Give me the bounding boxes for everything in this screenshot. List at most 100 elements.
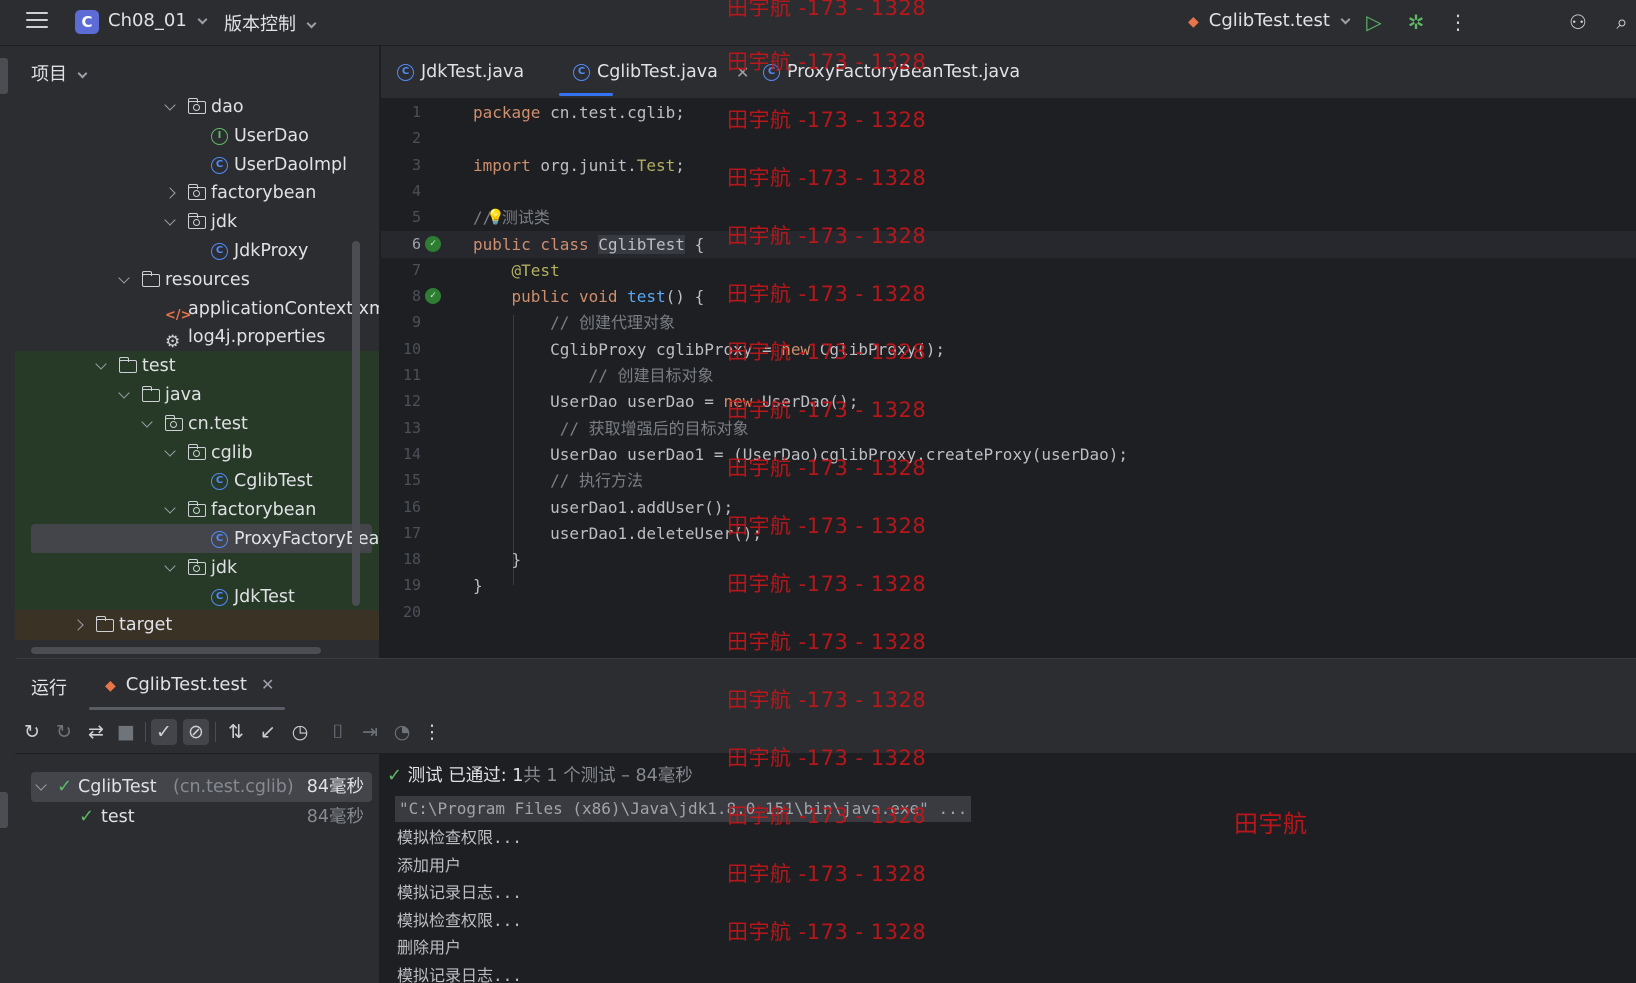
code-text: import org.junit.Test; bbox=[473, 155, 685, 175]
run-icon[interactable]: ▷ bbox=[1362, 10, 1386, 34]
code-line[interactable]: 11 // 创建目标对象 bbox=[381, 362, 1636, 389]
tree-item[interactable]: factorybean bbox=[15, 495, 379, 526]
tree-item[interactable]: cn.test bbox=[15, 408, 379, 439]
code-line[interactable]: 6 ✓ public class CglibTest { bbox=[381, 230, 1636, 258]
project-view-selector[interactable]: 项目 bbox=[31, 60, 88, 86]
chevron-down-icon[interactable] bbox=[141, 416, 153, 428]
code-line[interactable]: 14 UserDao userDao1 = (UserDao)cglibProx… bbox=[381, 441, 1636, 468]
sort-icon[interactable]: ⇅ bbox=[223, 719, 249, 745]
show-ignored-icon[interactable]: ⊘ bbox=[183, 719, 209, 745]
code-line[interactable]: 20 bbox=[381, 599, 1636, 626]
tree-item[interactable]: C UserDaoImpl bbox=[15, 150, 379, 180]
more-options-icon[interactable]: ⋮ bbox=[419, 719, 445, 745]
project-tool-button[interactable] bbox=[0, 58, 8, 94]
code-line[interactable]: 3 import org.junit.Test; bbox=[381, 152, 1636, 179]
project-switcher[interactable]: Ch08_01 bbox=[108, 10, 207, 31]
code-line[interactable]: 4 bbox=[381, 178, 1636, 205]
tree-item[interactable]: C JdkTest bbox=[15, 581, 379, 612]
code-line[interactable]: 18 } bbox=[381, 546, 1636, 573]
run-tool-button[interactable] bbox=[0, 792, 8, 828]
tree-item[interactable]: C JdkProxy bbox=[15, 236, 379, 266]
tree-item[interactable]: CProxyFactoryBeanTest bbox=[15, 524, 379, 554]
chevron-right-icon[interactable] bbox=[164, 187, 176, 200]
code-line[interactable]: 7 @Test bbox=[381, 257, 1636, 284]
code-line[interactable]: 12 UserDao userDao = new UserDao(); bbox=[381, 388, 1636, 415]
code-line[interactable]: 10 CglibProxy cglibProxy = new CglibProx… bbox=[381, 336, 1636, 363]
chevron-down-icon[interactable] bbox=[164, 214, 176, 226]
tree-item[interactable]: test bbox=[15, 351, 379, 382]
line-number: 9 bbox=[411, 313, 421, 332]
collapse-icon[interactable]: ↙ bbox=[255, 719, 281, 745]
tree-item[interactable]: resources bbox=[15, 265, 379, 295]
stop-icon[interactable]: ■ bbox=[113, 719, 139, 745]
history-icon[interactable]: ◷ bbox=[287, 719, 313, 745]
code-line[interactable]: 19} bbox=[381, 572, 1636, 599]
run-tab-label: CglibTest.test bbox=[125, 674, 247, 695]
run-panel-title: 运行 bbox=[31, 678, 67, 699]
console-output[interactable]: ✓ 测试 已通过: 1共 1 个测试 – 84毫秒 "C:\Program Fi… bbox=[381, 754, 1636, 983]
run-tab-cglibtest[interactable]: ◆ CglibTest.test ✕ bbox=[105, 674, 274, 695]
package-folder-icon bbox=[164, 414, 183, 431]
project-scrollbar[interactable] bbox=[352, 241, 360, 606]
tree-item[interactable]: I UserDao bbox=[15, 121, 379, 151]
chevron-down-icon[interactable] bbox=[95, 358, 107, 370]
code-line[interactable]: 13 // 获取增强后的目标对象 bbox=[381, 415, 1636, 442]
project-badge[interactable]: C bbox=[75, 10, 99, 34]
tree-item[interactable]: cglib bbox=[15, 437, 379, 468]
code-editor[interactable]: 1 package cn.test.cglib; 2 3 import org.juni… bbox=[381, 99, 1636, 658]
line-number: 6 bbox=[411, 234, 421, 253]
code-line[interactable]: 2 bbox=[381, 125, 1636, 152]
code-line[interactable]: 15 // 执行方法 bbox=[381, 467, 1636, 494]
class-icon: C bbox=[397, 64, 414, 81]
vcs-menu[interactable]: 版本控制 bbox=[224, 10, 317, 36]
code-line[interactable]: 5 💡// 测试类 bbox=[381, 204, 1636, 231]
tree-item[interactable]: factorybean bbox=[15, 178, 379, 208]
code-text: } bbox=[473, 550, 522, 570]
tree-item-label: dao bbox=[211, 97, 244, 117]
import-tests-icon[interactable]: ⇥ bbox=[357, 719, 383, 745]
rerun-icon[interactable]: ↻ bbox=[19, 719, 45, 745]
chevron-right-icon[interactable] bbox=[72, 619, 84, 632]
run-test-gutter-icon[interactable]: ✓ bbox=[425, 235, 441, 252]
chevron-down-icon[interactable] bbox=[164, 502, 176, 514]
debug-icon[interactable]: ✲ bbox=[1404, 10, 1428, 34]
coverage-icon[interactable]: ◔ bbox=[389, 719, 415, 745]
main-menu-icon[interactable] bbox=[26, 12, 48, 32]
tree-item[interactable]: jdk bbox=[15, 552, 379, 583]
chevron-down-icon[interactable] bbox=[164, 560, 176, 572]
close-icon[interactable]: ✕ bbox=[261, 675, 274, 694]
search-icon[interactable]: ⌕ bbox=[1610, 10, 1634, 34]
tree-item[interactable]: target bbox=[15, 610, 379, 641]
tree-item-label: resources bbox=[165, 269, 250, 290]
folder-icon bbox=[118, 357, 137, 374]
code-line[interactable]: 16 userDao1.addUser(); bbox=[381, 494, 1636, 521]
code-text: public void test() { bbox=[511, 287, 705, 307]
camera-icon[interactable]: ⌷ bbox=[325, 719, 351, 745]
chevron-down-icon[interactable] bbox=[164, 444, 176, 457]
tree-item[interactable]: dao bbox=[15, 92, 379, 122]
code-line[interactable]: 8 ✓ public void test() { bbox=[381, 283, 1636, 310]
line-number: 10 bbox=[402, 339, 421, 358]
chevron-down-icon[interactable] bbox=[164, 99, 176, 111]
code-line[interactable]: 17 userDao1.deleteUser(); bbox=[381, 520, 1636, 547]
toggle-auto-test-icon[interactable]: ⇄ bbox=[83, 719, 109, 745]
run-test-gutter-icon[interactable]: ✓ bbox=[425, 288, 441, 305]
tree-item[interactable]: java bbox=[15, 380, 379, 410]
tree-item[interactable]: jdk bbox=[15, 207, 379, 237]
project-horizontal-scrollbar[interactable] bbox=[31, 647, 321, 654]
tree-item[interactable]: </> applicationContext.xml bbox=[15, 294, 379, 324]
watermark: 田宇航 -173 - 1328 bbox=[727, 166, 927, 190]
show-passed-icon[interactable]: ✓ bbox=[151, 719, 177, 745]
rerun-failed-icon[interactable]: ↻ bbox=[51, 719, 77, 745]
tree-item[interactable]: C CglibTest bbox=[15, 466, 379, 497]
add-user-icon[interactable]: ⚇ bbox=[1566, 10, 1590, 34]
chevron-down-icon[interactable] bbox=[118, 272, 130, 284]
test-result-row[interactable]: ✓ CglibTest (cn.test.cglib) 84毫秒 bbox=[15, 772, 380, 802]
tree-item[interactable]: ⚙ log4j.properties bbox=[15, 322, 379, 352]
code-line[interactable]: 1 package cn.test.cglib; bbox=[381, 99, 1636, 126]
code-line[interactable]: 9 // 创建代理对象 bbox=[381, 309, 1636, 336]
chevron-down-icon[interactable] bbox=[118, 387, 130, 399]
run-config-selector[interactable]: ◆ CglibTest.test bbox=[1188, 10, 1351, 31]
more-actions-icon[interactable]: ⋮ bbox=[1446, 10, 1470, 34]
test-result-row[interactable]: ✓ test 84毫秒 bbox=[15, 802, 380, 832]
